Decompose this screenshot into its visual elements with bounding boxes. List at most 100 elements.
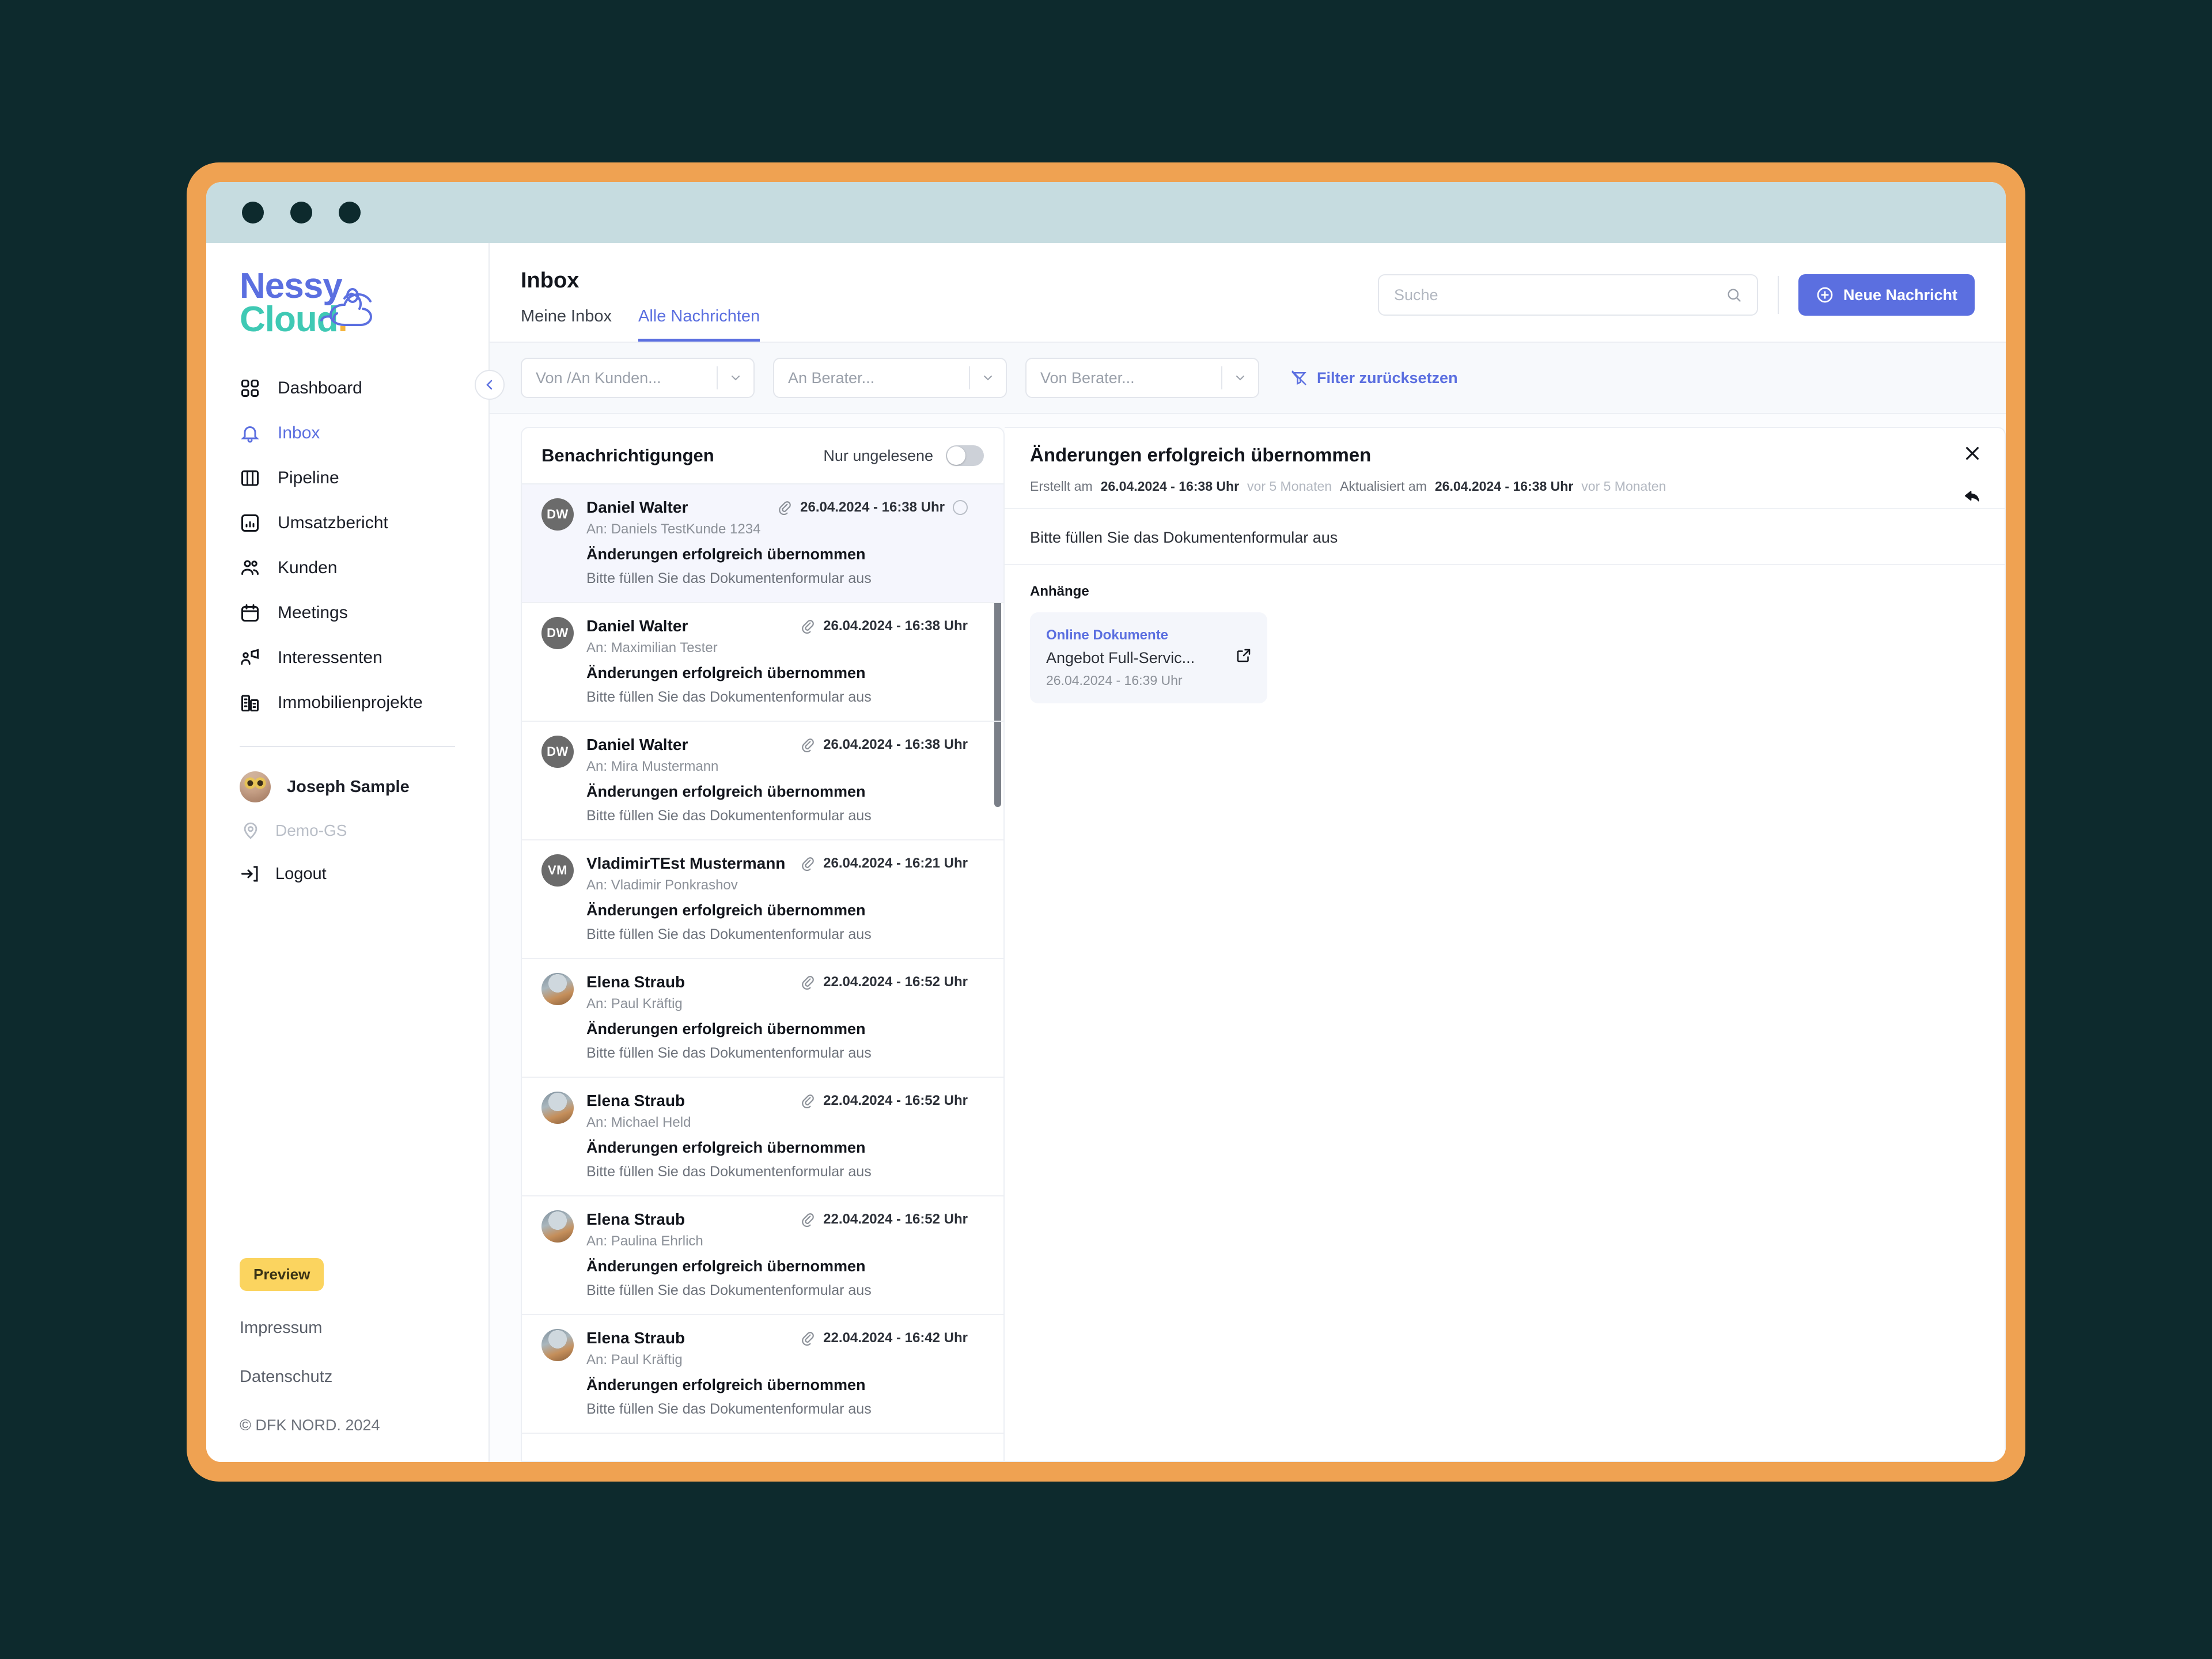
chevron-down-icon (970, 371, 1006, 385)
message-subject: Änderungen erfolgreich übernommen (586, 1376, 968, 1394)
reset-filters-button[interactable]: Filter zurücksetzen (1290, 369, 1458, 387)
list-item[interactable]: Elena Straub 22.04.2024 - 16:52 Uhr An: … (522, 959, 1003, 1078)
filter-von-an-kunden[interactable]: Von /An Kunden... (521, 358, 755, 398)
message-recipient: An: Daniels TestKunde 1234 (586, 521, 968, 537)
message-top-row: Elena Straub 22.04.2024 - 16:52 Uhr (586, 1210, 968, 1229)
message-sender: Daniel Walter (586, 617, 688, 635)
window-dot-minimize[interactable] (290, 202, 312, 224)
detail-title: Änderungen erfolgreich übernommen (1030, 444, 1979, 466)
message-meta: 26.04.2024 - 16:38 Uhr (800, 737, 968, 753)
app-logo[interactable]: Nessy Cloud. (206, 270, 488, 336)
browser-window: Nessy Cloud. (206, 182, 2006, 1462)
message-sender: Elena Straub (586, 1329, 685, 1347)
reply-button[interactable] (1963, 486, 1982, 507)
grid-icon (240, 378, 260, 399)
location-pin-icon (241, 821, 260, 840)
message-top-row: Daniel Walter 26.04.2024 - 16:38 Uhr (586, 617, 968, 635)
attachment-kind: Online Dokumente (1046, 627, 1195, 643)
message-top-row: Elena Straub 22.04.2024 - 16:52 Uhr (586, 1092, 968, 1110)
message-subject: Änderungen erfolgreich übernommen (586, 1020, 968, 1038)
message-subject: Änderungen erfolgreich übernommen (586, 1139, 968, 1157)
message-top-row: Elena Straub 22.04.2024 - 16:52 Uhr (586, 973, 968, 991)
message-sender: Daniel Walter (586, 498, 688, 517)
sidebar-workspace[interactable]: Demo-GS (206, 802, 488, 840)
filter-an-berater[interactable]: An Berater... (773, 358, 1007, 398)
sidebar-item-label: Inbox (278, 423, 320, 443)
list-item[interactable]: VM VladimirTEst Mustermann 26.04.2024 - … (522, 840, 1003, 959)
tab-alle-nachrichten[interactable]: Alle Nachrichten (638, 307, 760, 342)
message-date: 22.04.2024 - 16:52 Uhr (823, 974, 968, 990)
sidebar-item-dashboard[interactable]: Dashboard (206, 366, 488, 411)
reset-filters-label: Filter zurücksetzen (1317, 369, 1458, 387)
attachments-title: Anhänge (1030, 584, 1979, 600)
attachment-icon (800, 1331, 815, 1346)
notifications-title: Benachrichtigungen (541, 445, 714, 466)
sidebar-item-label: Umsatzbericht (278, 513, 388, 533)
message-sender: Elena Straub (586, 973, 685, 991)
message-body: VladimirTEst Mustermann 26.04.2024 - 16:… (586, 854, 968, 943)
window-titlebar (206, 182, 2006, 243)
sidebar-item-label: Dashboard (278, 378, 362, 398)
message-snippet: Bitte füllen Sie das Dokumentenformular … (586, 1401, 968, 1418)
avatar (240, 771, 271, 802)
message-date: 22.04.2024 - 16:52 Uhr (823, 1211, 968, 1228)
close-button[interactable] (1963, 444, 1982, 465)
sidebar-collapse-button[interactable] (475, 370, 505, 400)
message-date: 22.04.2024 - 16:52 Uhr (823, 1093, 968, 1109)
window-dot-maximize[interactable] (339, 202, 361, 224)
sidebar-item-inbox[interactable]: Inbox (206, 411, 488, 456)
sidebar-item-label: Kunden (278, 558, 337, 578)
detail-meta: Erstellt am 26.04.2024 - 16:38 Uhr vor 5… (1030, 479, 1979, 494)
link-datenschutz[interactable]: Datenschutz (240, 1368, 488, 1387)
sidebar-item-kunden[interactable]: Kunden (206, 546, 488, 590)
sidebar-user[interactable]: Joseph Sample (206, 747, 488, 802)
list-item[interactable]: Elena Straub 22.04.2024 - 16:52 Uhr An: … (522, 1196, 1003, 1315)
message-top-row: Daniel Walter 26.04.2024 - 16:38 Uhr (586, 736, 968, 754)
avatar (541, 973, 574, 1005)
message-top-row: Elena Straub 22.04.2024 - 16:42 Uhr (586, 1329, 968, 1347)
buildings-icon (240, 692, 260, 713)
tab-bar: Meine Inbox Alle Nachrichten (521, 307, 760, 342)
search-box[interactable] (1378, 274, 1758, 316)
unread-indicator[interactable] (953, 500, 968, 515)
message-snippet: Bitte füllen Sie das Dokumentenformular … (586, 570, 968, 587)
chevron-left-icon (483, 378, 497, 392)
sidebar-item-umsatzbericht[interactable]: Umsatzbericht (206, 501, 488, 546)
attachment-info: Online Dokumente Angebot Full-Servic... … (1046, 627, 1195, 688)
filter-value: Von Berater... (1040, 369, 1221, 387)
preview-badge[interactable]: Preview (240, 1258, 324, 1291)
message-recipient: An: Maximilian Tester (586, 640, 968, 656)
sidebar-item-interessenten[interactable]: Interessenten (206, 635, 488, 680)
columns-icon (240, 468, 260, 488)
window-dot-close[interactable] (242, 202, 264, 224)
tab-meine-inbox[interactable]: Meine Inbox (521, 307, 612, 342)
sidebar-item-immobilienprojekte[interactable]: Immobilienprojekte (206, 680, 488, 725)
message-recipient: An: Paulina Ehrlich (586, 1233, 968, 1249)
message-body: Daniel Walter 26.04.2024 - 16:38 Uhr An:… (586, 617, 968, 706)
message-snippet: Bitte füllen Sie das Dokumentenformular … (586, 1164, 968, 1180)
filter-von-berater[interactable]: Von Berater... (1025, 358, 1259, 398)
sidebar-item-pipeline[interactable]: Pipeline (206, 456, 488, 501)
link-impressum[interactable]: Impressum (240, 1319, 488, 1338)
updated-ago: vor 5 Monaten (1581, 479, 1666, 494)
detail-body: Bitte füllen Sie das Dokumentenformular … (1005, 509, 2005, 565)
message-snippet: Bitte füllen Sie das Dokumentenformular … (586, 689, 968, 706)
attachments-section: Anhänge Online Dokumente Angebot Full-Se… (1005, 565, 2005, 722)
message-body: Elena Straub 22.04.2024 - 16:52 Uhr An: … (586, 973, 968, 1062)
unread-toggle[interactable] (946, 445, 984, 466)
list-item[interactable]: Elena Straub 22.04.2024 - 16:52 Uhr An: … (522, 1078, 1003, 1196)
list-item[interactable]: DW Daniel Walter 26.04.2024 - 16:38 Uhr (522, 484, 1003, 603)
notifications-header: Benachrichtigungen Nur ungelesene (522, 428, 1003, 484)
attachment-card[interactable]: Online Dokumente Angebot Full-Servic... … (1030, 612, 1267, 703)
notifications-panel: Benachrichtigungen Nur ungelesene DW (521, 427, 1005, 1462)
attachment-open-button[interactable] (1235, 627, 1252, 667)
search-input[interactable] (1394, 286, 1726, 304)
new-message-button[interactable]: Neue Nachricht (1798, 274, 1975, 316)
notifications-list[interactable]: DW Daniel Walter 26.04.2024 - 16:38 Uhr (522, 484, 1003, 1461)
list-item[interactable]: DW Daniel Walter 26.04.2024 - 16:38 Uhr (522, 722, 1003, 840)
logout-button[interactable]: Logout (206, 840, 488, 884)
sidebar-item-meetings[interactable]: Meetings (206, 590, 488, 635)
list-item[interactable]: DW Daniel Walter 26.04.2024 - 16:38 Uhr (522, 603, 1003, 722)
plus-circle-icon (1816, 286, 1834, 304)
list-item[interactable]: Elena Straub 22.04.2024 - 16:42 Uhr An: … (522, 1315, 1003, 1434)
